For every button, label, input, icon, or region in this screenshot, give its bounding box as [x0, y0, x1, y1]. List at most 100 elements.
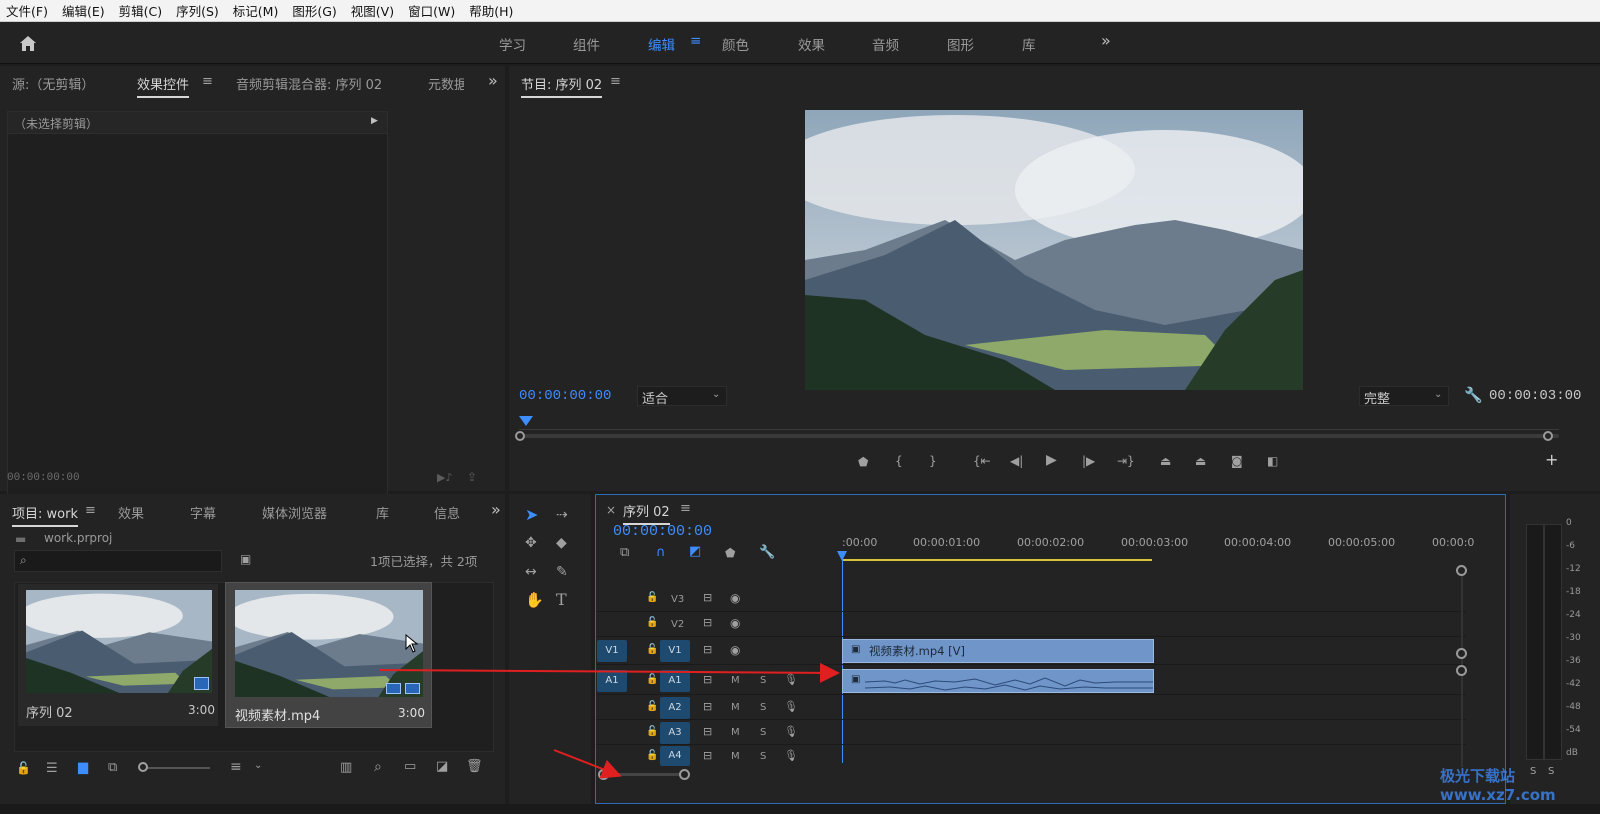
sync-lock-icon[interactable]: ⊟: [703, 592, 712, 604]
zoom-slider-handle[interactable]: [138, 762, 148, 772]
track-a4[interactable]: 🔓 A4 ⊟ M S 🎙: [596, 745, 1466, 767]
menu-window[interactable]: 窗口(W): [408, 1, 455, 20]
new-bin-icon[interactable]: ▭: [404, 759, 416, 774]
automate-icon[interactable]: ▥: [340, 760, 352, 775]
selection-tool-icon[interactable]: ➤: [525, 507, 538, 523]
track-a2[interactable]: 🔓 A2 ⊟ M S 🎙: [596, 695, 1466, 720]
slip-tool-icon[interactable]: ↔: [525, 565, 537, 579]
go-to-out-icon[interactable]: ⇥}: [1117, 455, 1135, 467]
track-v2[interactable]: 🔓 V2 ⊟ ◉: [596, 612, 1466, 637]
trash-icon[interactable]: 🗑: [466, 759, 483, 774]
razor-tool-icon[interactable]: ◆: [556, 536, 567, 550]
menu-file[interactable]: 文件(F): [6, 1, 48, 20]
chevron-down-icon[interactable]: ⌄: [254, 760, 262, 771]
workspace-graphics[interactable]: 图形: [947, 34, 974, 54]
timeline-zoom-bar[interactable]: [604, 773, 684, 776]
mute-button[interactable]: M: [731, 727, 740, 738]
mark-in-icon[interactable]: {: [895, 455, 903, 467]
tab-audio-clip-mixer[interactable]: 音频剪辑混合器: 序列 02: [236, 74, 382, 93]
source-patch-a1[interactable]: A1: [597, 670, 627, 692]
quality-dropdown[interactable]: 完整 ⌄: [1359, 386, 1449, 407]
mark-out-icon[interactable]: }: [929, 455, 937, 467]
program-monitor-title[interactable]: 节目: 序列 02: [521, 74, 603, 98]
workspace-editing[interactable]: 编辑: [648, 34, 675, 54]
menu-marker[interactable]: 标记(M): [233, 1, 279, 20]
eye-icon[interactable]: ◉: [730, 644, 740, 656]
track-a1[interactable]: A1 🔓 A1 ⊟ M S 🎙 ▣: [596, 667, 1466, 695]
workspace-assembly[interactable]: 组件: [573, 34, 600, 54]
menu-sequence[interactable]: 序列(S): [176, 1, 219, 20]
snap-icon[interactable]: ∩: [656, 546, 666, 559]
sync-lock-icon[interactable]: ⊟: [703, 701, 712, 713]
workspace-audio[interactable]: 音频: [872, 34, 899, 54]
zoom-scrollbar[interactable]: [519, 434, 1559, 438]
sync-lock-icon[interactable]: ⊟: [703, 750, 712, 762]
tab-effect-controls[interactable]: 效果控件: [137, 74, 190, 98]
nest-icon[interactable]: ⧉: [620, 546, 629, 559]
list-view-icon[interactable]: ☰: [46, 761, 58, 776]
zoom-handle-left[interactable]: [598, 769, 609, 780]
tab-source[interactable]: 源:（无剪辑）: [12, 74, 94, 93]
home-icon[interactable]: [18, 34, 38, 52]
tab-libraries[interactable]: 库: [376, 503, 389, 522]
track-target-v1[interactable]: V1: [660, 640, 690, 662]
type-tool-icon[interactable]: T: [556, 592, 567, 608]
lock-icon[interactable]: 🔓: [646, 701, 658, 713]
panel-menu-icon[interactable]: ≡: [202, 74, 213, 89]
track-target-a1[interactable]: A1: [660, 670, 690, 692]
video-clip[interactable]: ▣ 视频素材.mp4 [V]: [842, 639, 1154, 663]
track-target-a2[interactable]: A2: [660, 697, 690, 719]
new-item-icon[interactable]: ◪: [436, 759, 448, 774]
sync-lock-icon[interactable]: ⊟: [703, 674, 712, 686]
workspace-menu-icon[interactable]: ≡: [690, 33, 701, 49]
lock-icon[interactable]: 🔓: [16, 761, 31, 775]
track-label[interactable]: V2: [671, 619, 684, 630]
lock-icon[interactable]: 🔓: [646, 592, 658, 604]
workspace-learn[interactable]: 学习: [499, 34, 526, 54]
tab-project[interactable]: 项目: work: [12, 503, 78, 527]
sort-icon[interactable]: ≡: [230, 759, 242, 775]
timeline-timecode[interactable]: 00:00:00:00: [613, 523, 712, 540]
timeline-settings-icon[interactable]: 🔧: [759, 546, 775, 559]
export-icon[interactable]: ⇪: [467, 470, 477, 484]
solo-button[interactable]: S: [760, 751, 766, 762]
tab-captions[interactable]: 字幕: [190, 503, 216, 522]
mic-icon[interactable]: 🎙: [784, 750, 798, 762]
wrench-icon[interactable]: 🔧: [1464, 386, 1483, 404]
ripple-edit-tool-icon[interactable]: ✥: [525, 536, 537, 550]
timeline-ruler[interactable]: :00:00 00:00:01:00 00:00:02:00 00:00:03:…: [842, 531, 1502, 565]
sync-lock-icon[interactable]: ⊟: [703, 644, 712, 656]
add-button-icon[interactable]: +: [1545, 452, 1558, 468]
track-label[interactable]: V3: [671, 594, 684, 605]
icon-view-icon[interactable]: ▆: [78, 760, 88, 775]
extract-icon[interactable]: ⏏: [1195, 455, 1206, 467]
tab-metadata[interactable]: 元数据: [428, 74, 464, 93]
find-icon[interactable]: ⌕: [374, 759, 382, 775]
scroll-handle-right[interactable]: [1543, 431, 1553, 441]
expand-arrow-icon[interactable]: ▶: [371, 116, 378, 126]
timeline-title[interactable]: 序列 02: [623, 501, 670, 525]
step-forward-icon[interactable]: |▶: [1082, 455, 1095, 467]
playhead-marker[interactable]: [519, 416, 533, 426]
fit-dropdown[interactable]: 适合 ⌄: [637, 386, 727, 407]
linked-selection-icon[interactable]: ◩: [689, 545, 701, 558]
program-menu-icon[interactable]: ≡: [610, 74, 621, 89]
menu-help[interactable]: 帮助(H): [469, 1, 513, 20]
close-icon[interactable]: ×: [606, 503, 616, 517]
freeform-view-icon[interactable]: ⧉: [108, 760, 117, 775]
track-v1[interactable]: V1 🔓 V1 ⊟ ◉ ▣ 视频素材.mp4 [V]: [596, 637, 1466, 665]
track-target-a3[interactable]: A3: [660, 722, 690, 744]
project-menu-icon[interactable]: ≡: [85, 503, 96, 518]
camera-icon[interactable]: ◙: [1231, 455, 1243, 467]
step-back-icon[interactable]: ◀|: [1010, 455, 1023, 467]
mute-button[interactable]: M: [731, 675, 740, 686]
lock-icon[interactable]: 🔓: [646, 617, 658, 629]
pen-tool-icon[interactable]: ✎: [556, 565, 568, 579]
scroll-handle-audio[interactable]: [1456, 665, 1467, 676]
workspace-libraries[interactable]: 库: [1022, 34, 1036, 54]
track-v3[interactable]: 🔓 V3 ⊟ ◉: [596, 587, 1466, 612]
track-target-a4[interactable]: A4: [660, 746, 690, 766]
mic-icon[interactable]: 🎙: [784, 726, 798, 738]
solo-button[interactable]: S: [760, 675, 766, 686]
mute-button[interactable]: M: [731, 751, 740, 762]
